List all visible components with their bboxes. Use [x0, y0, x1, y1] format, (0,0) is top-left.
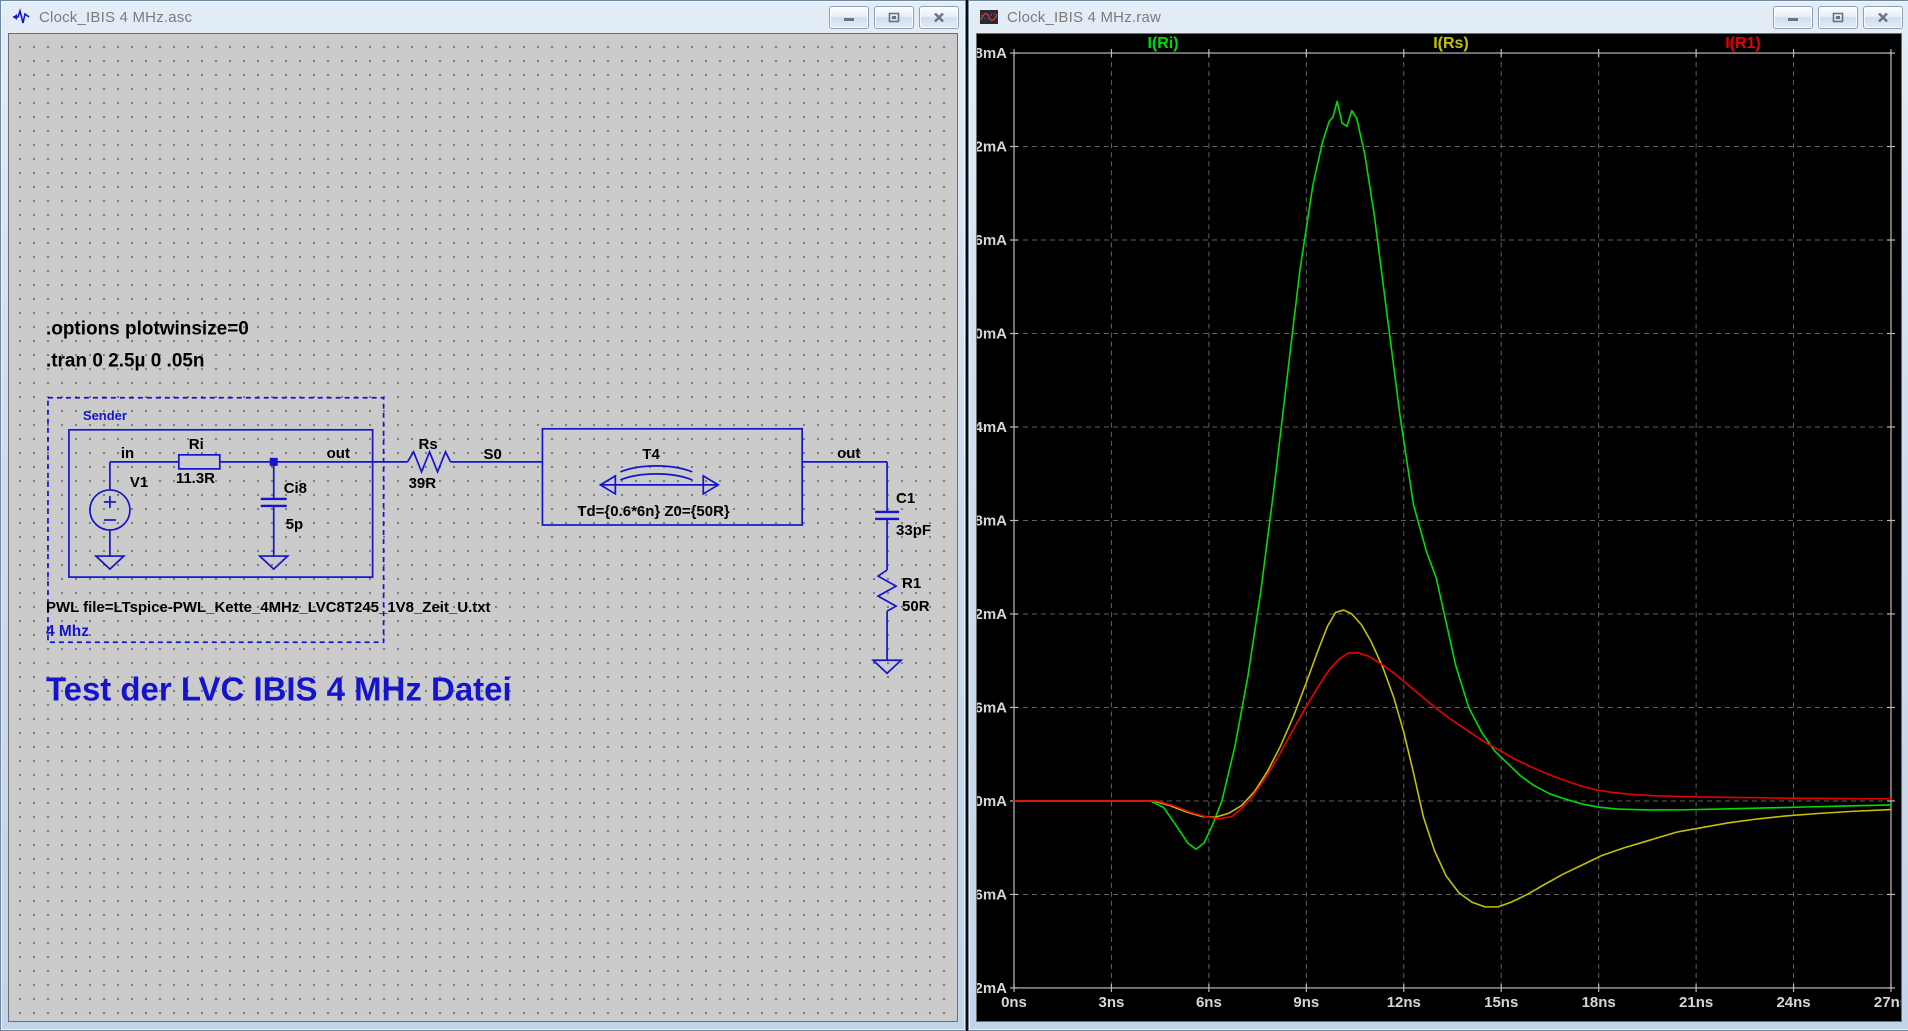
- x-axis-label: 12ns: [1387, 994, 1421, 1011]
- y-axis-label: 36mA: [977, 232, 1007, 249]
- restore-button[interactable]: [874, 5, 914, 29]
- ground-symbol: [93, 555, 127, 571]
- legend-iri[interactable]: I(Ri): [1147, 35, 1178, 52]
- schematic-wires: [47, 396, 904, 675]
- resistor-r1-symbol[interactable]: [876, 569, 898, 612]
- schematic-drawing: Sender in Ri 11.3R out V1 Ci8 5p Rs 39R …: [46, 319, 931, 708]
- window-title: Clock_IBIS 4 MHz.raw: [1007, 8, 1162, 26]
- schematic-app-icon: [13, 8, 30, 24]
- legend-ir1[interactable]: I(R1): [1725, 35, 1761, 52]
- x-axis-label: 15ns: [1484, 994, 1518, 1011]
- t4-params-label[interactable]: Td={0.6*6n} Z0={50R}: [577, 503, 730, 520]
- close-icon: [934, 12, 944, 22]
- net-label-out-left: out: [327, 445, 350, 462]
- ri-name-label[interactable]: Ri: [189, 436, 204, 453]
- spice-directive-options[interactable]: .options plotwinsize=0: [46, 319, 249, 340]
- close-icon: [1878, 12, 1888, 22]
- waveform-plot-pane[interactable]: 48mA42mA36mA30mA24mA18mA12mA6mA0mA-6mA-1…: [976, 33, 1902, 1022]
- waveform-window: Clock_IBIS 4 MHz.raw 48mA 42mA 36mA 30mA 24m…: [968, 0, 1908, 1031]
- y-axis-label: -6mA: [977, 886, 1007, 903]
- resistor-ri-symbol[interactable]: [177, 454, 221, 470]
- t4-name-label[interactable]: T4: [642, 446, 660, 463]
- schematic-window: Clock_IBIS 4 MHz.asc Sender in Ri 11.3R …: [0, 0, 966, 1031]
- minimize-button[interactable]: [829, 5, 869, 29]
- legend-irs[interactable]: I(Rs): [1433, 35, 1469, 52]
- sender-box-label: Sender: [83, 408, 127, 423]
- schematic-titlebar[interactable]: Clock_IBIS 4 MHz.asc: [1, 1, 965, 33]
- r1-name-label[interactable]: R1: [902, 575, 921, 592]
- c1-name-label[interactable]: C1: [896, 490, 915, 507]
- spice-directive-tran[interactable]: .tran 0 2.5µ 0 .05n: [46, 351, 205, 372]
- net-label-s0: S0: [483, 446, 501, 463]
- trace-ir1: [1013, 652, 1892, 820]
- close-button[interactable]: [919, 5, 959, 29]
- minimize-icon: [844, 18, 854, 21]
- tline-t4-symbol[interactable]: [620, 465, 693, 473]
- y-axis-label: 12mA: [977, 606, 1007, 623]
- frequency-note[interactable]: 4 Mhz: [46, 623, 89, 640]
- x-axis-label: 27ns: [1874, 994, 1901, 1011]
- y-axis-label: 42mA: [977, 139, 1007, 156]
- ground-symbol: [257, 555, 290, 571]
- x-axis-label: 21ns: [1679, 994, 1713, 1011]
- x-axis-label: 18ns: [1582, 994, 1616, 1011]
- y-axis-label: 24mA: [977, 419, 1007, 436]
- resistor-rs-symbol[interactable]: [406, 449, 452, 475]
- ci8-value-label[interactable]: 5p: [286, 516, 303, 533]
- x-axis-label: 6ns: [1196, 994, 1222, 1011]
- waveform-titlebar[interactable]: Clock_IBIS 4 MHz.raw: [969, 1, 1908, 33]
- y-axis-label: 0mA: [977, 793, 1007, 810]
- wire-junction: [269, 457, 278, 466]
- rs-name-label[interactable]: Rs: [419, 436, 438, 453]
- waveform-app-icon: [980, 10, 998, 24]
- y-axis-label: 6mA: [977, 699, 1007, 716]
- y-axis-label: 48mA: [977, 45, 1007, 62]
- window-title: Clock_IBIS 4 MHz.asc: [39, 8, 193, 26]
- ri-value-label[interactable]: 11.3R: [176, 470, 215, 487]
- x-axis-label: 0ns: [1001, 994, 1027, 1011]
- close-button[interactable]: [1863, 5, 1903, 29]
- net-label-in: in: [121, 445, 134, 462]
- trace-iri: [1013, 100, 1892, 851]
- minimize-button[interactable]: [1773, 5, 1813, 29]
- y-axis-label: 18mA: [977, 512, 1007, 529]
- restore-icon: [1832, 12, 1844, 22]
- net-label-out-right: out: [837, 445, 860, 462]
- desktop: { "left_window": { "title": "Clock_IBIS …: [0, 0, 1908, 1031]
- waveform-plot[interactable]: 48mA42mA36mA30mA24mA18mA12mA6mA0mA-6mA-1…: [977, 34, 1901, 1021]
- restore-button[interactable]: [1818, 5, 1858, 29]
- y-axis-label: 30mA: [977, 326, 1007, 343]
- plot-frame: [1013, 52, 1892, 989]
- c1-value-label[interactable]: 33pF: [896, 522, 931, 539]
- ground-symbol: [870, 659, 904, 675]
- restore-icon: [888, 12, 900, 22]
- minimize-icon: [1788, 18, 1798, 21]
- x-axis-label: 24ns: [1776, 994, 1810, 1011]
- ci8-name-label[interactable]: Ci8: [284, 480, 307, 497]
- r1-value-label[interactable]: 50R: [902, 598, 930, 615]
- rs-value-label[interactable]: 39R: [409, 475, 437, 492]
- x-axis-label: 9ns: [1293, 994, 1319, 1011]
- x-axis-label: 3ns: [1099, 994, 1125, 1011]
- schematic-canvas[interactable]: Sender in Ri 11.3R out V1 Ci8 5p Rs 39R …: [8, 33, 958, 1022]
- pwl-file-note[interactable]: PWL file=LTspice-PWL_Kette_4MHz_LVC8T245…: [46, 599, 491, 616]
- headline-comment[interactable]: Test der LVC IBIS 4 MHz Datei: [46, 670, 512, 707]
- v1-name-label[interactable]: V1: [130, 474, 148, 491]
